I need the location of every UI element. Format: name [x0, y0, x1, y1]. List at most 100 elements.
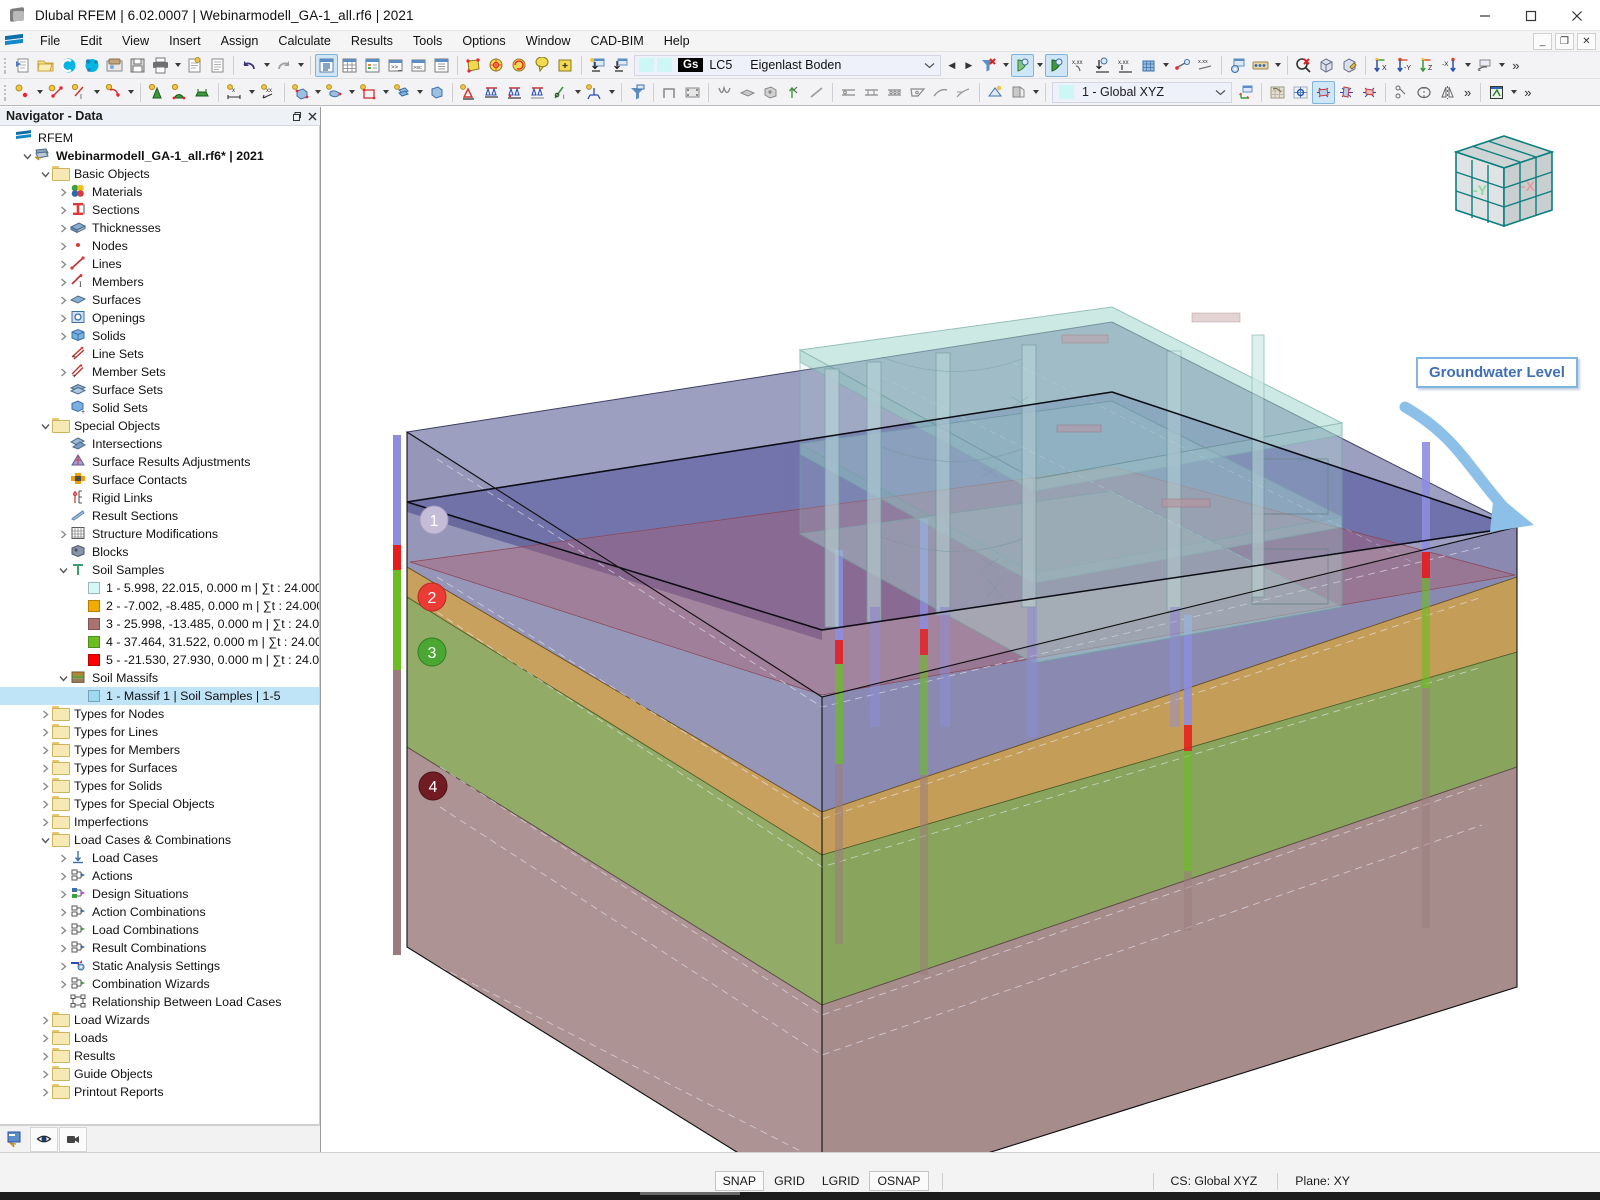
dimension-down-button[interactable] — [1091, 54, 1114, 77]
line-release-button[interactable] — [883, 81, 906, 104]
tree-item[interactable]: Types for Special Objects — [0, 795, 319, 813]
dimension-dropdown-caret[interactable] — [246, 81, 257, 104]
new-member-support-button[interactable] — [503, 81, 526, 104]
grid-dropdown-caret[interactable] — [1160, 54, 1171, 77]
visibility-icon[interactable] — [30, 1127, 58, 1152]
new-member-button[interactable]: I — [68, 81, 91, 104]
coordinate-system-combo[interactable]: 1 - Global XYZ — [1052, 82, 1232, 103]
model-viewport-3d[interactable]: 1 2 3 4 — [322, 107, 1600, 1152]
value-display-button[interactable]: x.xx — [1194, 54, 1217, 77]
select-special-button[interactable] — [554, 54, 577, 77]
tree-item[interactable]: Intersections — [0, 435, 319, 453]
load-filter-button[interactable] — [626, 81, 649, 104]
new-nodal-support-button[interactable] — [457, 81, 480, 104]
tree-item[interactable]: Action Combinations — [0, 903, 319, 921]
tree-item[interactable]: Rigid Links — [0, 489, 319, 507]
chevron-right-icon[interactable] — [39, 795, 52, 813]
view-negx-button[interactable]: -X — [1439, 54, 1462, 77]
save-button[interactable] — [126, 54, 149, 77]
new-hinge-button[interactable]: I — [549, 81, 572, 104]
shading-button[interactable] — [1007, 81, 1030, 104]
chevron-right-icon[interactable] — [57, 939, 70, 957]
toolbar-overflow-button-3[interactable]: » — [1519, 85, 1536, 100]
new-material-button[interactable] — [145, 81, 168, 104]
load-case-prev-button[interactable]: ◀ — [943, 55, 960, 75]
tree-item[interactable]: Load Combinations — [0, 921, 319, 939]
chevron-right-icon[interactable] — [57, 849, 70, 867]
chevron-down-icon[interactable] — [21, 147, 34, 165]
tree-item[interactable]: Solids — [0, 327, 319, 345]
report-view-button[interactable] — [430, 54, 453, 77]
tree-item[interactable]: Surface Contacts — [0, 471, 319, 489]
new-line-set-dropdown-caret[interactable] — [380, 81, 391, 104]
tree-item[interactable]: Lines — [0, 255, 319, 273]
table-export-button[interactable] — [1485, 81, 1508, 104]
new-hinge-dropdown-caret[interactable] — [572, 81, 583, 104]
model-3d-scene[interactable]: 1 2 3 4 — [322, 107, 1600, 1152]
new-solid-set-button[interactable] — [425, 81, 448, 104]
dimension-x-button[interactable]: x — [223, 81, 246, 104]
toolbar-overflow-button[interactable]: » — [1507, 58, 1524, 73]
tree-item[interactable]: 1 - Massif 1 | Soil Samples | 1-5 — [0, 687, 319, 705]
tree-item[interactable]: Blocks — [0, 543, 319, 561]
chevron-right-icon[interactable] — [57, 921, 70, 939]
new-model-button[interactable] — [11, 54, 34, 77]
chevron-right-icon[interactable] — [57, 201, 70, 219]
deformation-button[interactable] — [713, 81, 736, 104]
chevron-down-icon[interactable] — [39, 165, 52, 183]
grid-display-button[interactable] — [1137, 54, 1160, 77]
tree-item[interactable]: +Member Sets — [0, 363, 319, 381]
navigator-restore-icon[interactable] — [288, 108, 304, 125]
new-foundation-button[interactable] — [583, 81, 606, 104]
script-button[interactable]: >sc — [407, 54, 430, 77]
render-dropdown-caret[interactable] — [1034, 54, 1045, 77]
tree-item[interactable]: 1 - 5.998, 22.015, 0.000 m | ∑t : 24.000… — [0, 579, 319, 597]
solid-result-button[interactable] — [759, 81, 782, 104]
console-button[interactable]: >>_ — [384, 54, 407, 77]
minimize-button[interactable] — [1462, 0, 1508, 31]
tree-item[interactable]: Results — [0, 1047, 319, 1065]
tree-item[interactable]: Guide Objects — [0, 1065, 319, 1083]
perspective-dropdown-caret[interactable] — [1496, 54, 1507, 77]
menu-item-cadbim[interactable]: CAD-BIM — [581, 32, 654, 50]
calculation-dropdown-caret[interactable] — [1272, 54, 1283, 77]
chevron-down-icon[interactable] — [918, 55, 940, 75]
new-surface-set-button[interactable] — [391, 81, 414, 104]
table-export-dropdown-caret[interactable] — [1508, 81, 1519, 104]
perspective-button[interactable] — [1473, 54, 1496, 77]
tree-item[interactable]: +Solid Sets — [0, 399, 319, 417]
menu-item-help[interactable]: Help — [654, 32, 700, 50]
new-coordinate-system-button[interactable] — [1234, 81, 1257, 104]
undo-button[interactable] — [238, 54, 261, 77]
chevron-right-icon[interactable] — [39, 741, 52, 759]
tree-item[interactable]: Soil Samples — [0, 561, 319, 579]
tree-item[interactable]: 4 - 37.464, 31.522, 0.000 m | ∑t : 24.00… — [0, 633, 319, 651]
tree-item[interactable]: Result Combinations — [0, 939, 319, 957]
chevron-down-icon[interactable] — [39, 831, 52, 849]
mdi-restore-button[interactable]: ❐ — [1555, 33, 1574, 50]
view-z-button[interactable]: Z — [1416, 54, 1439, 77]
chevron-right-icon[interactable] — [39, 705, 52, 723]
chevron-right-icon[interactable] — [39, 1065, 52, 1083]
tree-item[interactable]: Printout Reports — [0, 1083, 319, 1101]
select-free-button[interactable] — [531, 54, 554, 77]
document-button[interactable] — [206, 54, 229, 77]
chevron-right-icon[interactable] — [39, 1029, 52, 1047]
chevron-right-icon[interactable] — [57, 327, 70, 345]
tree-item[interactable]: Sections — [0, 201, 319, 219]
tree-item[interactable]: Special Objects — [0, 417, 319, 435]
tree-item[interactable]: Load Wizards — [0, 1011, 319, 1029]
navigator-toggle-button[interactable] — [315, 54, 338, 77]
chevron-right-icon[interactable] — [39, 777, 52, 795]
symmetry-button[interactable] — [1436, 81, 1459, 104]
surface-eccentricity-button[interactable] — [860, 81, 883, 104]
tree-item[interactable]: Result Sections — [0, 507, 319, 525]
tree-item[interactable]: IMembers — [0, 273, 319, 291]
navigator-close-icon[interactable] — [304, 108, 320, 125]
menu-item-options[interactable]: Options — [452, 32, 515, 50]
member-result-button[interactable] — [929, 81, 952, 104]
close-button[interactable] — [1554, 0, 1600, 31]
chevron-right-icon[interactable] — [57, 975, 70, 993]
chevron-right-icon[interactable] — [39, 759, 52, 777]
chevron-right-icon[interactable] — [39, 1047, 52, 1065]
